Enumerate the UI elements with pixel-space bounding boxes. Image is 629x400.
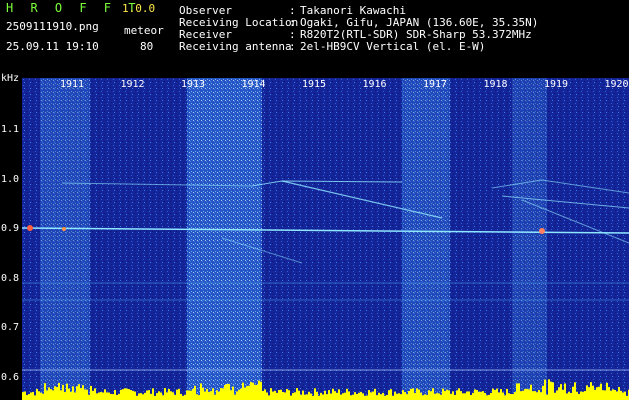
y-tick-label: 1.1 bbox=[1, 124, 20, 135]
noise-band bbox=[402, 78, 450, 400]
y-tick-label: 0.9 bbox=[1, 223, 20, 234]
hot-spot bbox=[27, 225, 33, 231]
file-name: 2509111910.png bbox=[6, 20, 99, 33]
x-tick-label: 1918 bbox=[483, 79, 508, 90]
y-tick-label: 1.0 bbox=[1, 173, 20, 185]
antenna-label: Receiving antenna bbox=[179, 40, 292, 53]
hot-spot bbox=[62, 227, 66, 231]
app-version: 1.0.0 bbox=[122, 2, 156, 15]
noise-band bbox=[40, 78, 90, 400]
x-tick-label: 1915 bbox=[302, 79, 327, 90]
x-tick-label: 1913 bbox=[181, 79, 206, 90]
y-tick-label: 0.7 bbox=[1, 322, 20, 333]
x-tick-label: 1916 bbox=[362, 79, 387, 90]
meteor-count: 80 bbox=[140, 40, 154, 53]
antenna-value: 2el-HB9CV Vertical (el. E-W) bbox=[300, 40, 486, 53]
x-tick-label: 1917 bbox=[423, 79, 448, 90]
meteor-label: meteor bbox=[124, 24, 164, 37]
x-tick-label: 1912 bbox=[120, 79, 145, 90]
y-axis-unit: kHz bbox=[1, 73, 20, 84]
spectrogram bbox=[22, 78, 629, 400]
x-tick-label: 1919 bbox=[544, 79, 569, 90]
x-tick-label: 1920 bbox=[604, 79, 629, 90]
y-tick-label: 0.6 bbox=[1, 371, 20, 383]
date-time: 25.09.11 19:10 bbox=[6, 40, 99, 53]
noise-band bbox=[512, 78, 547, 400]
antenna-colon: : bbox=[289, 40, 296, 53]
x-tick-label: 1914 bbox=[241, 79, 266, 90]
y-tick-label: 0.8 bbox=[1, 272, 20, 284]
hot-spot bbox=[539, 228, 545, 234]
x-tick-label: 1911 bbox=[60, 79, 85, 90]
app-title: H R O F F T bbox=[6, 1, 141, 15]
